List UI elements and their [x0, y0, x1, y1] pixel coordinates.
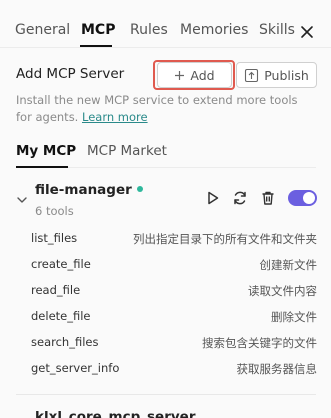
server-name-row: file-manager — [35, 182, 143, 198]
add-button-label: Add — [190, 67, 215, 83]
tool-row: list_files 列出指定目录下的所有文件和文件夹 — [16, 228, 317, 254]
tool-row: create_file 创建新文件 — [16, 254, 317, 280]
tab-general[interactable]: General — [15, 22, 70, 38]
tool-description: 列出指定目录下的所有文件和文件夹 — [133, 232, 317, 246]
tool-name: create_file — [31, 257, 91, 271]
refresh-icon[interactable] — [232, 190, 248, 206]
next-server-name: klxl_core_mcp_server — [35, 409, 196, 418]
toggle-knob — [303, 192, 315, 204]
tool-description: 创建新文件 — [259, 258, 318, 272]
tab-memories[interactable]: Memories — [180, 22, 248, 38]
tab-mcp-market[interactable]: MCP Market — [87, 143, 167, 159]
tool-name: list_files — [31, 231, 78, 245]
add-button[interactable]: Add — [157, 62, 232, 88]
server-enabled-toggle[interactable] — [288, 190, 317, 206]
tab-skills[interactable]: Skills — [259, 22, 295, 38]
tool-name: get_server_info — [31, 361, 120, 375]
settings-tabs: General MCP Rules Memories Skills — [0, 0, 331, 48]
trash-icon[interactable] — [260, 190, 276, 206]
tool-list: list_files 列出指定目录下的所有文件和文件夹 create_file … — [16, 228, 317, 384]
description-text: Install the new MCP service to extend mo… — [16, 93, 298, 124]
play-icon[interactable] — [205, 190, 221, 206]
tool-row: delete_file 删除文件 — [16, 306, 317, 332]
tool-description: 读取文件内容 — [248, 284, 317, 298]
learn-more-link[interactable]: Learn more — [82, 110, 148, 124]
tool-name: read_file — [31, 283, 81, 297]
publish-button[interactable]: Publish — [236, 62, 317, 88]
tool-description: 搜索包含关键字的文件 — [202, 336, 317, 350]
upload-icon — [245, 68, 259, 82]
tool-row: search_files 搜索包含关键字的文件 — [16, 332, 317, 358]
server-name: file-manager — [35, 182, 132, 198]
active-subtab-indicator — [16, 166, 68, 168]
plus-icon — [175, 70, 185, 80]
chevron-down-icon[interactable] — [16, 194, 28, 206]
tool-row: get_server_info 获取服务器信息 — [16, 358, 317, 384]
active-tab-indicator — [80, 45, 112, 47]
status-dot — [136, 186, 143, 192]
tool-name: delete_file — [31, 309, 91, 323]
server-divider — [16, 394, 316, 395]
add-server-description: Install the new MCP service to extend mo… — [16, 92, 316, 126]
tab-mcp[interactable]: MCP — [81, 22, 115, 38]
tool-count: 6 tools — [35, 204, 74, 218]
publish-button-label: Publish — [264, 67, 309, 83]
tool-row: read_file 读取文件内容 — [16, 280, 317, 306]
tool-description: 删除文件 — [271, 310, 317, 324]
tab-my-mcp[interactable]: My MCP — [16, 143, 76, 159]
tool-name: search_files — [31, 335, 99, 349]
tool-description: 获取服务器信息 — [236, 362, 318, 376]
add-server-title: Add MCP Server — [16, 66, 125, 82]
tab-rules[interactable]: Rules — [130, 22, 168, 38]
close-icon[interactable] — [299, 24, 315, 40]
